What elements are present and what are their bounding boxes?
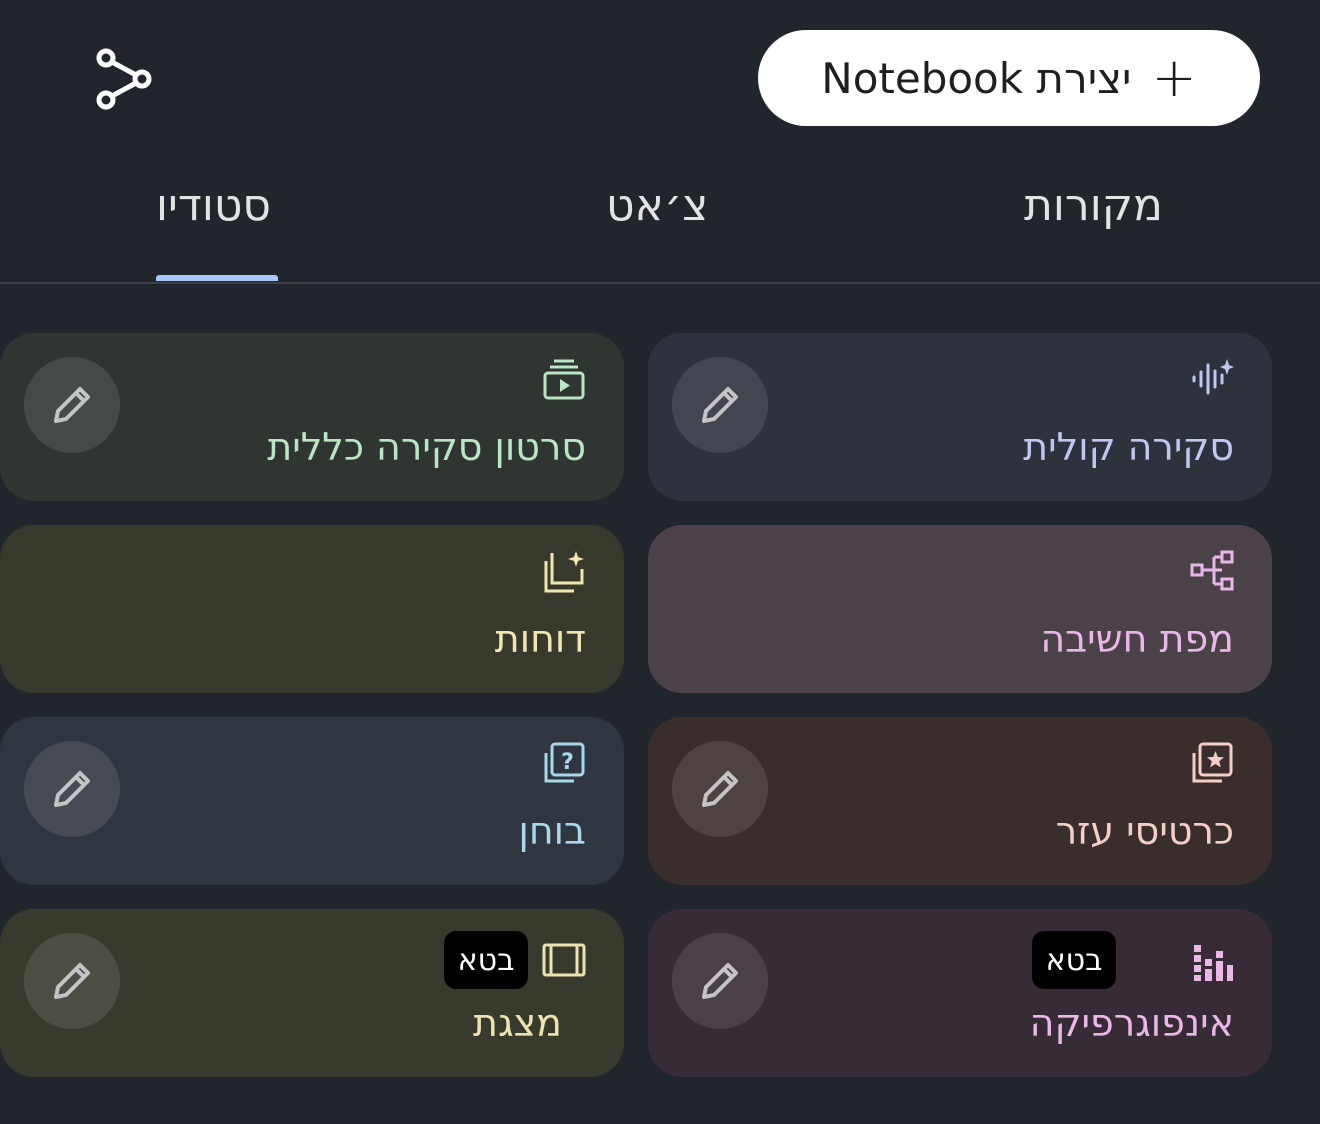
card-slides[interactable]: בטא מצגת bbox=[0, 909, 624, 1077]
card-reports[interactable]: דוחות bbox=[0, 525, 624, 693]
card-quiz-title: בוחן bbox=[518, 809, 586, 853]
mind-map-icon bbox=[1190, 550, 1234, 591]
video-overview-icon bbox=[543, 359, 585, 400]
share-button[interactable] bbox=[78, 36, 170, 122]
edit-slides-button[interactable] bbox=[24, 933, 120, 1029]
card-infographic-title: אינפוגרפיקה bbox=[1029, 1001, 1234, 1045]
slides-icon bbox=[542, 943, 586, 977]
card-slides-title: מצגת bbox=[473, 1001, 562, 1045]
pencil-icon bbox=[54, 771, 90, 807]
card-infographic[interactable]: בטא אינפוגרפיקה bbox=[648, 909, 1272, 1077]
pencil-icon bbox=[702, 387, 738, 423]
quiz-icon: ? bbox=[544, 742, 585, 783]
beta-badge: בטא bbox=[444, 931, 528, 989]
edit-flashcards-button[interactable] bbox=[672, 741, 768, 837]
tab-studio[interactable]: סטודיו bbox=[156, 180, 271, 231]
plus-icon: + bbox=[1151, 46, 1197, 109]
card-mind-map-title: מפת חשיבה bbox=[1040, 617, 1234, 661]
create-notebook-button[interactable]: + יצירת Notebook bbox=[758, 30, 1260, 126]
tab-chat[interactable]: צ׳אט bbox=[606, 180, 708, 231]
pencil-icon bbox=[54, 387, 90, 423]
share-icon bbox=[96, 48, 152, 110]
card-mind-map[interactable]: מפת חשיבה bbox=[648, 525, 1272, 693]
selected-tab-indicator bbox=[156, 275, 278, 281]
flashcards-icon bbox=[1192, 742, 1233, 783]
pencil-icon bbox=[702, 963, 738, 999]
card-flashcards[interactable]: כרטיסי עזר bbox=[648, 717, 1272, 885]
edit-quiz-button[interactable] bbox=[24, 741, 120, 837]
card-video-overview-title: סרטון סקירה כללית bbox=[267, 425, 586, 469]
card-audio-overview[interactable]: סקירה קולית bbox=[648, 333, 1272, 501]
pencil-icon bbox=[54, 963, 90, 999]
beta-badge: בטא bbox=[1032, 931, 1116, 989]
pencil-icon bbox=[702, 771, 738, 807]
reports-icon bbox=[544, 551, 584, 593]
tab-bar: מקורות צ׳אט סטודיו bbox=[0, 150, 1320, 284]
card-audio-overview-title: סקירה קולית bbox=[1023, 425, 1234, 469]
card-video-overview[interactable]: סרטון סקירה כללית bbox=[0, 333, 624, 501]
infographic-icon bbox=[1194, 945, 1233, 981]
create-notebook-label: יצירת Notebook bbox=[821, 53, 1132, 103]
tab-sources[interactable]: מקורות bbox=[1024, 180, 1163, 231]
edit-video-overview-button[interactable] bbox=[24, 357, 120, 453]
card-quiz[interactable]: ? בוחן bbox=[0, 717, 624, 885]
svg-text:?: ? bbox=[561, 750, 574, 775]
edit-audio-overview-button[interactable] bbox=[672, 357, 768, 453]
audio-overview-icon bbox=[1192, 359, 1234, 395]
card-flashcards-title: כרטיסי עזר bbox=[1055, 809, 1234, 853]
edit-infographic-button[interactable] bbox=[672, 933, 768, 1029]
card-reports-title: דוחות bbox=[494, 617, 586, 661]
